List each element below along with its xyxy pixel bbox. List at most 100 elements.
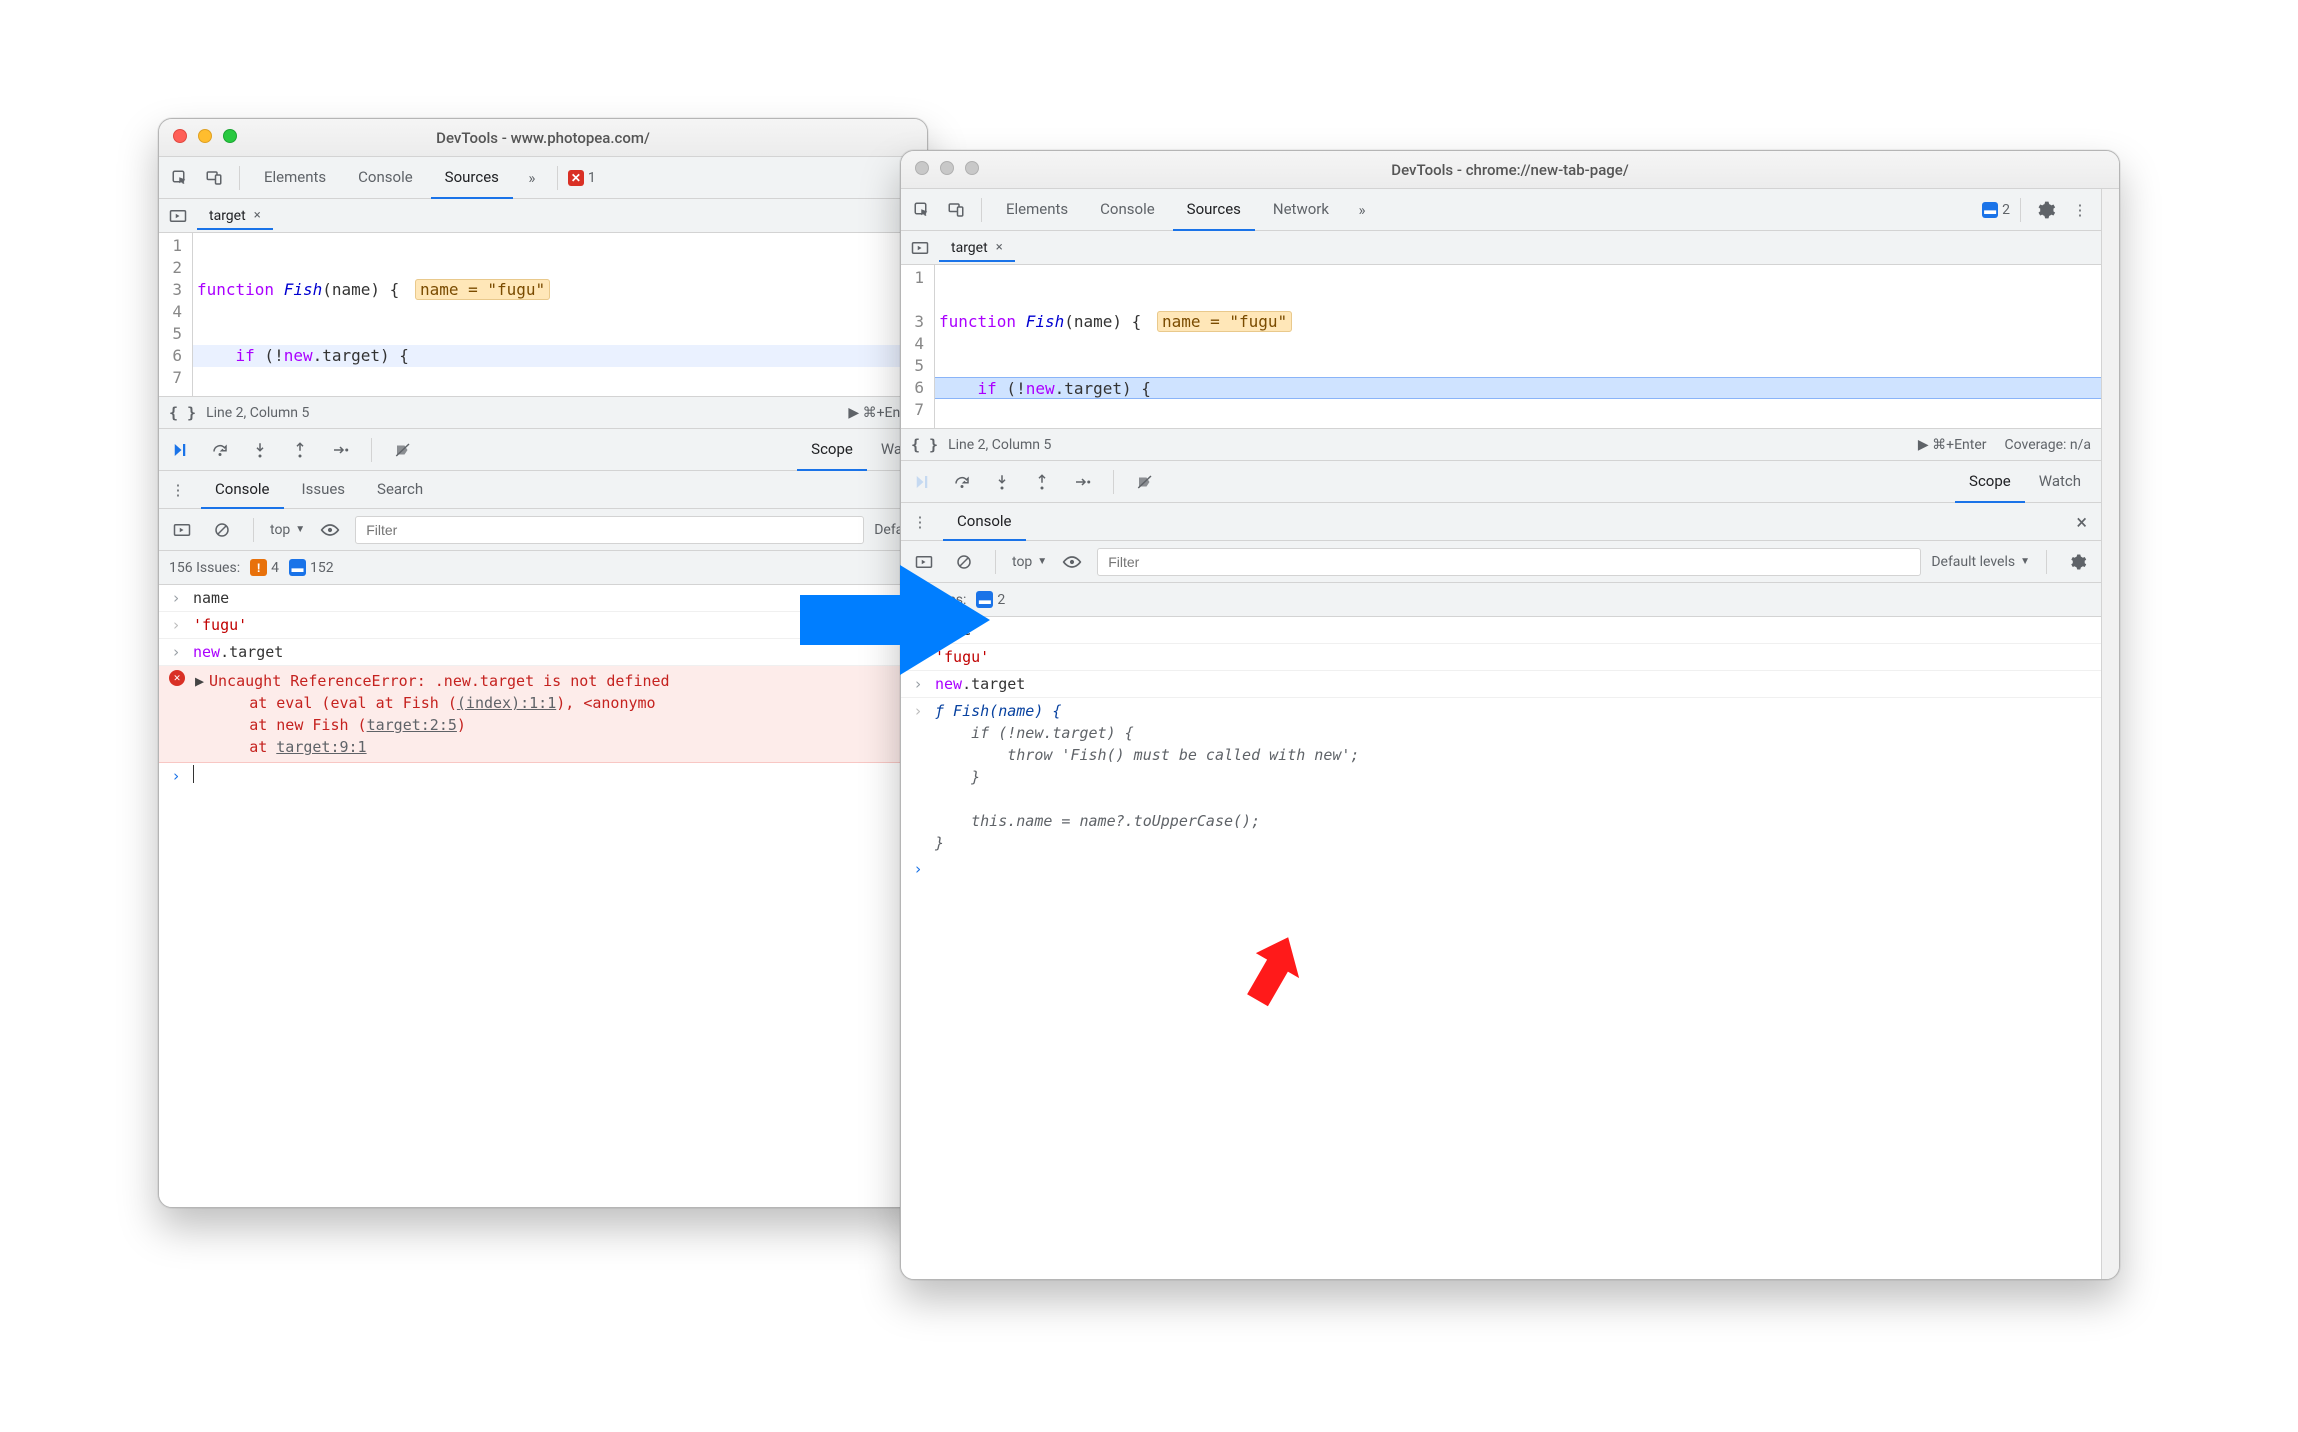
tab-scope[interactable]: Scope — [797, 429, 867, 471]
file-tab-label: target — [209, 208, 246, 224]
zoom-button[interactable] — [965, 161, 979, 179]
error-source-link[interactable]: target:2:5 — [367, 716, 457, 734]
error-count-badge[interactable]: ✕1 — [568, 170, 596, 186]
divider — [253, 518, 254, 542]
live-expression-icon[interactable] — [1057, 547, 1087, 577]
line-gutter: 1234567 — [901, 265, 935, 428]
step-over-icon[interactable] — [947, 467, 977, 497]
step-icon[interactable] — [1067, 467, 1097, 497]
more-tabs[interactable]: » — [1347, 195, 1377, 225]
console-sidebar-toggle-icon[interactable] — [167, 515, 197, 545]
inspect-icon[interactable] — [907, 195, 937, 225]
file-tab-bar: target × — [901, 231, 2101, 265]
close-tab-icon[interactable]: × — [254, 208, 261, 223]
issues-bar[interactable]: 2 Issues: ▬2 — [901, 583, 2101, 617]
error-source-link[interactable]: target:9:1 — [276, 738, 366, 756]
tab-watch[interactable]: Watch — [2025, 461, 2095, 503]
close-tab-icon[interactable]: × — [996, 240, 1003, 255]
more-menu-icon[interactable]: ⋮ — [2065, 195, 2095, 225]
step-out-icon[interactable] — [1027, 467, 1057, 497]
live-expression-icon[interactable] — [315, 515, 345, 545]
step-into-icon[interactable] — [987, 467, 1017, 497]
file-tab-target[interactable]: target × — [197, 202, 273, 230]
tab-sources[interactable]: Sources — [431, 157, 513, 199]
main-toolbar: Elements Console Sources Network » ▬2 ⋮ — [901, 189, 2101, 231]
tab-issues-drawer[interactable]: Issues — [288, 471, 360, 509]
inline-value-chip: name = "fugu" — [415, 279, 550, 300]
divider — [2046, 550, 2047, 574]
inline-value-chip: name = "fugu" — [1157, 311, 1292, 332]
tab-console[interactable]: Console — [344, 157, 427, 199]
tab-scope[interactable]: Scope — [1955, 461, 2025, 503]
minimize-button[interactable] — [198, 129, 212, 147]
tab-console[interactable]: Console — [1086, 189, 1169, 231]
inspect-icon[interactable] — [165, 163, 195, 193]
tab-elements[interactable]: Elements — [992, 189, 1082, 231]
debugger-toolbar: Scope Wat — [159, 429, 927, 471]
clear-console-icon[interactable] — [207, 515, 237, 545]
step-into-icon[interactable] — [245, 435, 275, 465]
close-button[interactable] — [173, 129, 187, 147]
resume-icon[interactable] — [907, 467, 937, 497]
tab-sources[interactable]: Sources — [1173, 189, 1255, 231]
error-icon: ✕ — [169, 670, 185, 686]
title-bar: DevTools - www.photopea.com/ — [159, 119, 927, 157]
console-toolbar: top▼ Default levels▼ — [901, 541, 2101, 583]
file-tab-label: target — [951, 240, 988, 256]
tab-elements[interactable]: Elements — [250, 157, 340, 199]
close-button[interactable] — [915, 161, 929, 179]
navigator-toggle-icon[interactable] — [163, 201, 193, 231]
run-hint: ▶ ⌘+Enter — [1918, 437, 1987, 453]
sidebar-tabs: Scope Watch — [1955, 461, 2095, 503]
main-toolbar: Elements Console Sources » ✕1 — [159, 157, 927, 199]
context-selector[interactable]: top▼ — [1012, 554, 1047, 570]
tab-console-drawer[interactable]: Console — [201, 471, 284, 509]
resume-icon[interactable] — [165, 435, 195, 465]
console-settings-icon[interactable] — [2063, 547, 2093, 577]
code-lines: function Fish(name) { name = "fugu" if (… — [193, 233, 927, 396]
step-over-icon[interactable] — [205, 435, 235, 465]
tab-search-drawer[interactable]: Search — [363, 471, 437, 509]
scrollbar[interactable] — [2101, 189, 2119, 1279]
drawer-menu-icon[interactable]: ⋮ — [905, 507, 935, 537]
tab-network[interactable]: Network — [1259, 189, 1343, 231]
close-drawer-icon[interactable]: × — [2076, 510, 2087, 534]
info-icon: ▬ — [289, 559, 306, 576]
cursor-position: Line 2, Column 5 — [206, 405, 309, 421]
divider — [371, 438, 372, 462]
code-editor[interactable]: 1234567 function Fish(name) { name = "fu… — [901, 265, 2101, 429]
drawer-menu-icon[interactable]: ⋮ — [163, 475, 193, 505]
device-toggle-icon[interactable] — [199, 163, 229, 193]
zoom-button[interactable] — [223, 129, 237, 147]
info-count-badge[interactable]: ▬2 — [1982, 202, 2010, 218]
navigator-toggle-icon[interactable] — [905, 233, 935, 263]
issues-label: 156 Issues: — [169, 560, 240, 576]
filter-input[interactable] — [355, 516, 864, 544]
console-toolbar: top▼ Default — [159, 509, 927, 551]
console-output-row: ‹ ƒ Fish(name) { if (!new.target) { thro… — [901, 698, 2101, 856]
info-icon: ▬ — [1982, 202, 1998, 218]
deactivate-breakpoints-icon[interactable] — [1130, 467, 1160, 497]
filter-input[interactable] — [1097, 548, 1921, 576]
console-output[interactable]: ›name ‹'fugu' ›new.target ‹ ƒ Fish(name)… — [901, 617, 2101, 1279]
step-out-icon[interactable] — [285, 435, 315, 465]
error-icon: ✕ — [568, 170, 584, 186]
divider — [981, 198, 982, 222]
file-tab-target[interactable]: target × — [939, 234, 1015, 262]
code-editor[interactable]: 1234567 function Fish(name) { name = "fu… — [159, 233, 927, 397]
cursor-position: Line 2, Column 5 — [948, 437, 1051, 453]
console-prompt-caret[interactable] — [193, 765, 203, 783]
error-source-link[interactable]: (index):1:1 — [457, 694, 556, 712]
device-toggle-icon[interactable] — [941, 195, 971, 225]
step-icon[interactable] — [325, 435, 355, 465]
more-tabs[interactable]: » — [517, 163, 547, 193]
tab-console-drawer[interactable]: Console — [943, 503, 1026, 541]
context-selector[interactable]: top▼ — [270, 522, 305, 538]
deactivate-breakpoints-icon[interactable] — [388, 435, 418, 465]
log-levels-selector[interactable]: Default levels▼ — [1931, 554, 2030, 570]
settings-icon[interactable] — [2031, 195, 2061, 225]
minimize-button[interactable] — [940, 161, 954, 179]
pretty-print-icon[interactable]: { } — [169, 404, 196, 422]
pretty-print-icon[interactable]: { } — [911, 436, 938, 454]
divider — [2020, 198, 2021, 222]
